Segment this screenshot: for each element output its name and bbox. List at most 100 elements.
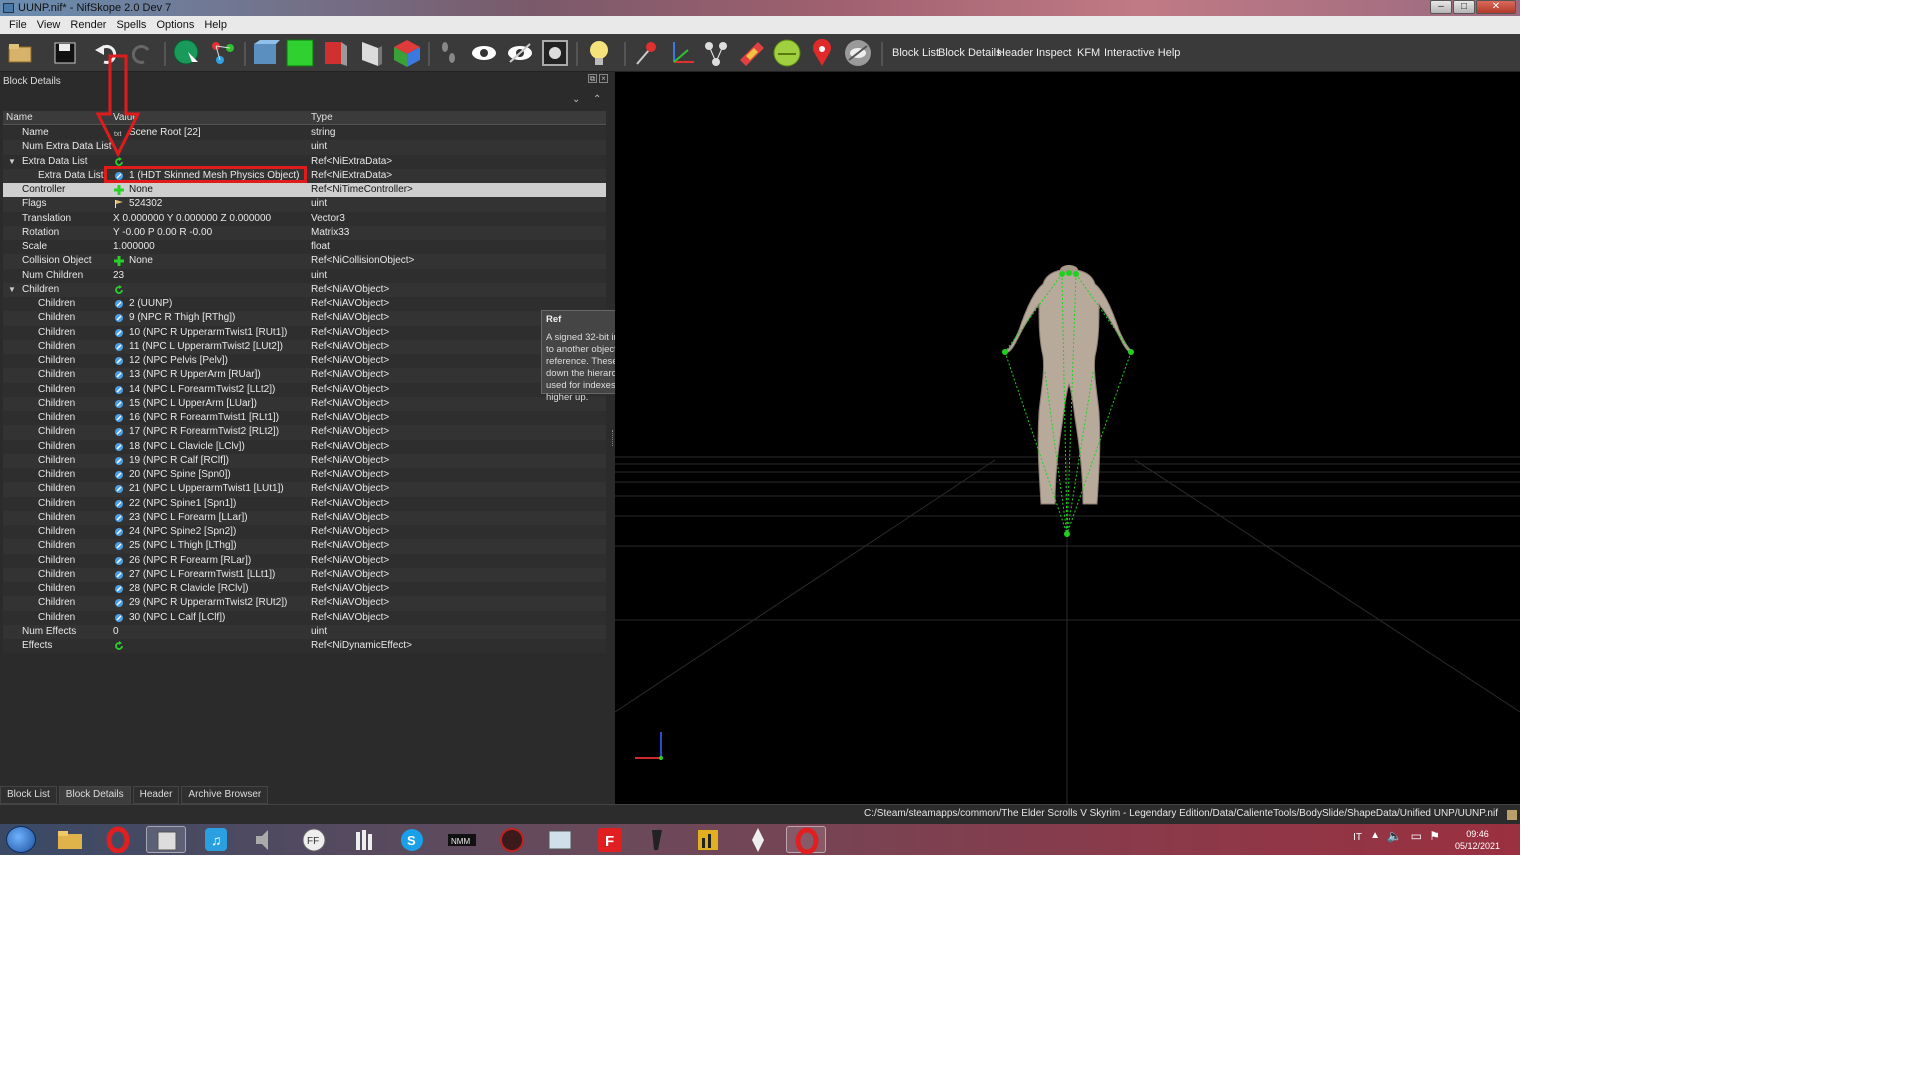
tree-row[interactable]: Rotation Y -0.00 P 0.00 R -0.00 Matrix33 xyxy=(3,225,606,240)
row-value[interactable]: 15 (NPC L UpperArm [LUar]) xyxy=(129,397,257,411)
tree-row[interactable]: Children 30 (NPC L Calf [LClf]) Ref<NiAVOb… xyxy=(3,610,606,625)
row-value[interactable]: 16 (NPC R ForearmTwist1 [RLt1]) xyxy=(129,411,279,425)
chart-icon[interactable] xyxy=(688,826,728,853)
tree-row[interactable]: Num Children 23 uint xyxy=(3,268,606,283)
menu-options[interactable]: Options xyxy=(151,19,199,31)
menu-file[interactable]: File xyxy=(4,19,32,31)
explorer-icon[interactable] xyxy=(50,826,90,853)
tree-row[interactable]: Children 2 (UUNP) Ref<NiAVObject> xyxy=(3,297,606,312)
view-top-icon[interactable] xyxy=(250,38,280,68)
row-value[interactable]: 18 (NPC L Clavicle [LClv]) xyxy=(129,440,245,454)
minimize-button[interactable]: – xyxy=(1430,0,1452,14)
row-value[interactable]: 14 (NPC L ForearmTwist2 [LLt2]) xyxy=(129,383,275,397)
tree-row[interactable]: Children 15 (NPC L UpperArm [LUar]) Ref<Ni… xyxy=(3,396,606,411)
toolbar-tab-block-details[interactable]: Block Details xyxy=(938,34,1002,72)
tree-row[interactable]: Children 25 (NPC L Thigh [LThg]) Ref<NiAVO… xyxy=(3,539,606,554)
row-value[interactable]: 0 xyxy=(113,625,119,639)
collapse-up-icon[interactable]: ⌃ xyxy=(593,94,601,105)
row-value[interactable]: 2 (UUNP) xyxy=(129,297,172,311)
row-value[interactable]: 524302 xyxy=(129,197,162,211)
row-value[interactable]: None xyxy=(129,183,153,197)
tree-row[interactable]: ▼ Children Ref<NiAVObject> xyxy=(3,282,606,297)
row-value[interactable]: 11 (NPC L UpperarmTwist2 [LUt2]) xyxy=(129,340,283,354)
tree-row[interactable]: Children 27 (NPC L ForearmTwist1 [LLt1]) R… xyxy=(3,567,606,582)
row-value[interactable]: 19 (NPC R Calf [RClf]) xyxy=(129,454,229,468)
close-button[interactable]: ✕ xyxy=(1476,0,1516,14)
tree-row[interactable]: Children 9 (NPC R Thigh [RThg]) Ref<NiAVOb… xyxy=(3,311,606,326)
row-value[interactable]: 17 (NPC R ForearmTwist2 [RLt2]) xyxy=(129,425,279,439)
network-icon[interactable]: ▭ xyxy=(1411,829,1422,843)
tree-row[interactable]: Children 24 (NPC Spine2 [Spn2]) Ref<NiAVOb… xyxy=(3,525,606,540)
opera-icon[interactable] xyxy=(98,826,138,854)
volume-icon[interactable]: 🔈 xyxy=(1387,829,1402,843)
screenshot-icon[interactable] xyxy=(540,38,570,68)
render-viewport[interactable] xyxy=(615,72,1520,804)
tree-row[interactable]: Effects Ref<NiDynamicEffect> xyxy=(3,639,606,654)
eye-hidden-icon[interactable] xyxy=(505,38,535,68)
collapse-down-icon[interactable]: ⌄ xyxy=(572,94,580,105)
toolbar-tab-header[interactable]: Header xyxy=(997,34,1033,72)
maximize-button[interactable]: □ xyxy=(1453,0,1475,14)
row-value[interactable]: 21 (NPC L UpperarmTwist1 [LUt1]) xyxy=(129,482,284,496)
row-value[interactable]: 24 (NPC Spine2 [Spn2]) xyxy=(129,525,236,539)
foxit-icon[interactable]: F xyxy=(590,826,630,853)
tool-icon[interactable] xyxy=(344,826,384,853)
row-value[interactable]: 1.000000 xyxy=(113,240,155,254)
tree-row[interactable]: Children 14 (NPC L ForearmTwist2 [LLt2]) R… xyxy=(3,382,606,397)
panel-splitter[interactable] xyxy=(612,430,614,446)
row-value[interactable]: None xyxy=(129,254,153,268)
row-value[interactable]: 23 (NPC L Forearm [LLar]) xyxy=(129,511,248,525)
tree-row[interactable]: Controller None Ref<NiTimeController> xyxy=(3,183,606,198)
tree-row[interactable]: Flags 524302 uint xyxy=(3,197,606,212)
panel-close-button[interactable]: × xyxy=(599,74,608,83)
game-icon[interactable] xyxy=(492,826,532,853)
footsteps-icon[interactable] xyxy=(434,38,464,68)
tree-row[interactable]: Children 10 (NPC R UpperarmTwist1 [RUt1])… xyxy=(3,325,606,340)
row-value[interactable]: 29 (NPC R UpperarmTwist2 [RUt2]) xyxy=(129,596,287,610)
tree-row[interactable]: Num Effects 0 uint xyxy=(3,624,606,639)
expand-caret-icon[interactable]: ▼ xyxy=(8,283,16,297)
tab-header[interactable]: Header xyxy=(132,786,180,804)
opera-active-icon[interactable] xyxy=(786,826,826,855)
row-value[interactable]: 12 (NPC Pelvis [Pelv]) xyxy=(129,354,228,368)
body-mesh[interactable] xyxy=(1004,265,1134,505)
tree-row[interactable]: Children 17 (NPC R ForearmTwist2 [RLt2]) R… xyxy=(3,425,606,440)
tree-row[interactable]: Children 13 (NPC R UpperArm [RUar]) Ref<Ni… xyxy=(3,368,606,383)
resize-grip-icon[interactable] xyxy=(1507,810,1517,820)
itunes-icon[interactable]: ♫ xyxy=(196,826,236,853)
row-value[interactable]: 13 (NPC R UpperArm [RUar]) xyxy=(129,368,261,382)
skype-icon[interactable]: S xyxy=(392,826,432,853)
tree-row[interactable]: Children 28 (NPC R Clavicle [RClv]) Ref<Ni… xyxy=(3,582,606,597)
tree-row[interactable]: Children 11 (NPC L UpperarmTwist2 [LUt2])… xyxy=(3,339,606,354)
toolbar-tab-inspect[interactable]: Inspect xyxy=(1036,34,1071,72)
view-front-icon[interactable] xyxy=(285,38,315,68)
menu-render[interactable]: Render xyxy=(65,19,111,31)
havok-icon[interactable] xyxy=(736,38,766,68)
select-mode-icon[interactable] xyxy=(172,38,202,68)
view-side-icon[interactable] xyxy=(321,38,351,68)
select-nodes-icon[interactable] xyxy=(208,38,238,68)
row-value[interactable]: 30 (NPC L Calf [LClf]) xyxy=(129,611,225,625)
tray-expand-icon[interactable]: ▲ xyxy=(1370,830,1380,841)
row-value[interactable]: 20 (NPC Spine [Spn0]) xyxy=(129,468,231,482)
start-button[interactable] xyxy=(6,826,36,853)
menu-view[interactable]: View xyxy=(32,19,66,31)
row-value[interactable]: 28 (NPC R Clavicle [RClv]) xyxy=(129,582,248,596)
tree-row[interactable]: Children 26 (NPC R Forearm [RLar]) Ref<NiA… xyxy=(3,553,606,568)
row-value[interactable]: X 0.000000 Y 0.000000 Z 0.000000 xyxy=(113,212,271,226)
tree-row[interactable]: Name txt Scene Root [22] string xyxy=(3,126,606,141)
tab-block-list[interactable]: Block List xyxy=(0,786,57,804)
tree-row[interactable]: Children 12 (NPC Pelvis [Pelv]) Ref<NiAVOb… xyxy=(3,354,606,369)
view-walk-icon[interactable] xyxy=(356,38,386,68)
clock[interactable]: 09:46 05/12/2021 xyxy=(1455,828,1500,852)
tree-row[interactable]: Children 29 (NPC R UpperarmTwist2 [RUt2])… xyxy=(3,596,606,611)
expand-caret-icon[interactable]: ▼ xyxy=(8,155,16,169)
row-value[interactable]: 10 (NPC R UpperarmTwist1 [RUt1]) xyxy=(129,326,287,340)
menu-help[interactable]: Help xyxy=(199,19,232,31)
save-icon[interactable] xyxy=(50,38,80,68)
row-value[interactable]: 27 (NPC L ForearmTwist1 [LLt1]) xyxy=(129,568,275,582)
row-value[interactable]: 9 (NPC R Thigh [RThg]) xyxy=(129,311,235,325)
flag-icon[interactable]: ⚑ xyxy=(1429,829,1440,843)
column-type[interactable]: Type xyxy=(308,111,333,124)
language-indicator[interactable]: IT xyxy=(1353,832,1362,843)
